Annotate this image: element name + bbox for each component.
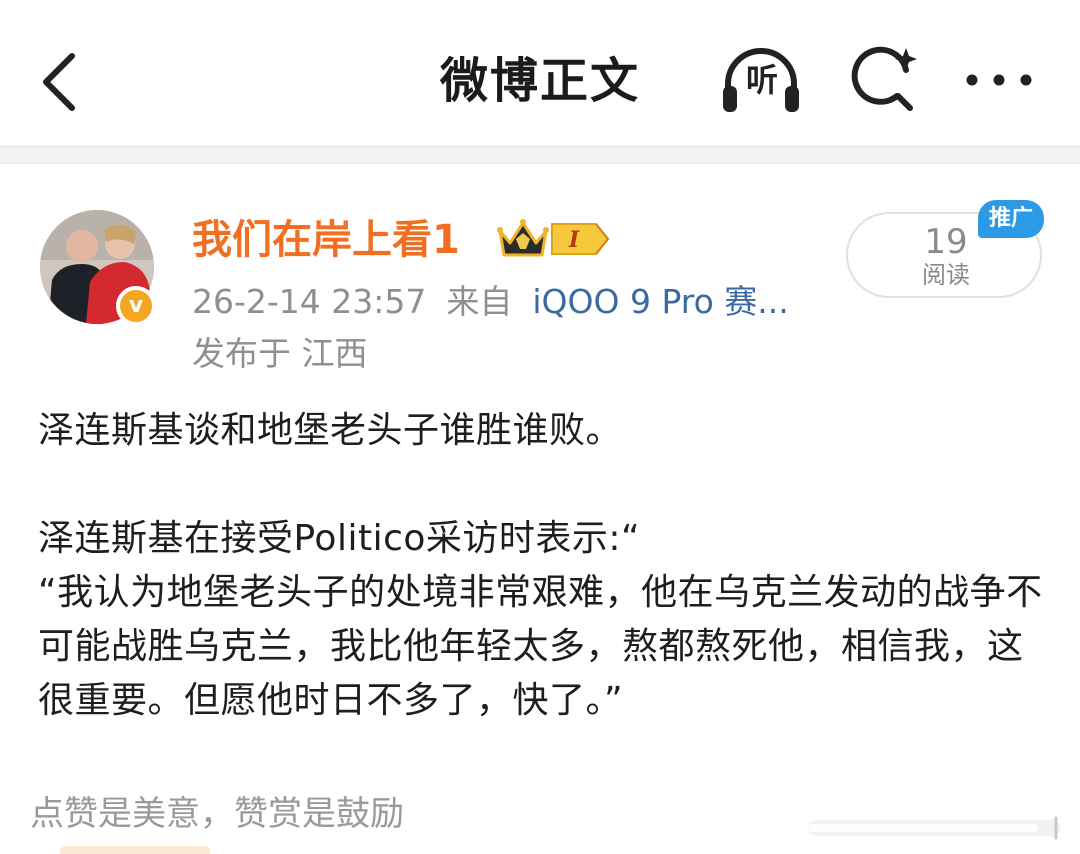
promote-badge[interactable]: 推广 bbox=[978, 200, 1044, 238]
listen-label: 听 bbox=[745, 61, 778, 99]
search-sparkle-icon bbox=[851, 46, 917, 111]
author-name[interactable]: 我们在岸上看1 bbox=[192, 212, 460, 268]
read-label: 阅读 bbox=[922, 261, 970, 289]
crown-icon bbox=[497, 219, 549, 257]
post-timestamp: 26-2-14 23:57 bbox=[192, 282, 427, 321]
member-level-badge: I bbox=[550, 220, 610, 258]
member-badge-shape: I bbox=[551, 223, 610, 255]
verified-badge: v bbox=[116, 286, 156, 326]
post-location: 发布于 江西 bbox=[192, 334, 368, 373]
more-dots-icon bbox=[966, 74, 1032, 86]
section-divider bbox=[0, 146, 1080, 164]
reward-prompt: 点赞是美意，赞赏是鼓励 bbox=[30, 794, 404, 834]
search-button[interactable] bbox=[842, 40, 928, 120]
page-title: 微博正文 bbox=[439, 53, 640, 109]
source-device-link[interactable]: iQOO 9 Pro 赛... bbox=[532, 282, 788, 321]
top-navigation-bar: 微博正文 听 bbox=[0, 0, 1080, 146]
bottom-action-peek bbox=[60, 846, 210, 854]
member-badge-label: I bbox=[568, 227, 580, 253]
chevron-left-icon bbox=[43, 53, 75, 111]
reward-slider-decoration bbox=[808, 816, 1060, 840]
post-paragraph: 泽连斯基在接受Politico采访时表示:“ bbox=[38, 518, 641, 559]
post-paragraph: “我认为地堡老头子的处境非常艰难，他在乌克兰发动的战争不可能战胜乌克兰，我比他年… bbox=[38, 572, 1043, 721]
post-meta: 26-2-14 23:57 来自 iQOO 9 Pro 赛... bbox=[192, 278, 789, 326]
more-options-button[interactable] bbox=[956, 40, 1042, 120]
post-paragraph: 泽连斯基谈和地堡老头子谁胜谁败。 bbox=[38, 410, 623, 451]
source-label: 来自 bbox=[446, 282, 513, 321]
back-button[interactable] bbox=[30, 44, 100, 116]
